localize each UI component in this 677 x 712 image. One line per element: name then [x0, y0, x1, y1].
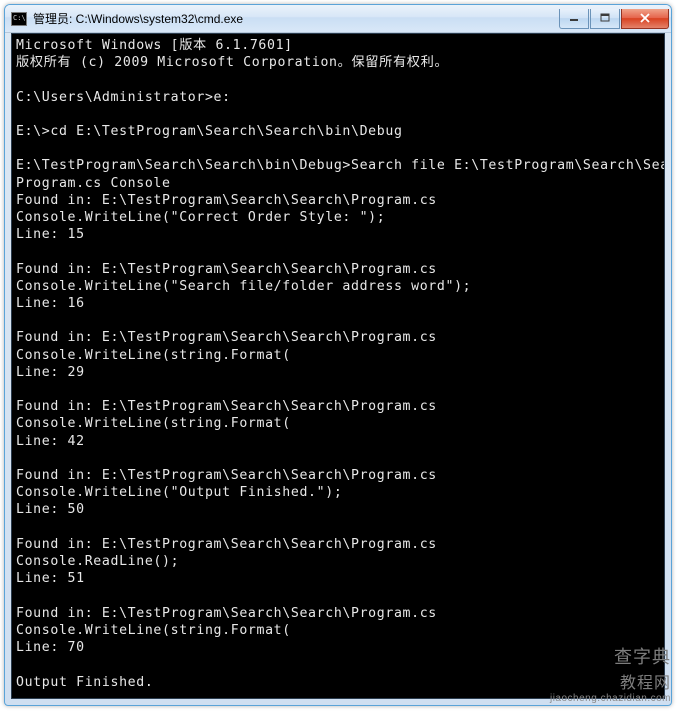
console-line: Found in: E:\TestProgram\Search\Search\P… — [16, 330, 437, 345]
window-controls — [559, 9, 669, 29]
console-line: E:\>cd E:\TestProgram\Search\Search\bin\… — [16, 124, 403, 139]
console-line: Output Finished. — [16, 675, 153, 690]
cmd-icon — [11, 12, 27, 26]
console-line: 版权所有 (c) 2009 Microsoft Corporation。保留所有… — [16, 55, 448, 70]
console-output: Microsoft Windows [版本 6.1.7601] 版权所有 (c)… — [12, 34, 664, 699]
window-title: 管理员: C:\Windows\system32\cmd.exe — [33, 10, 559, 27]
console-line: Line: 70 — [16, 640, 85, 655]
titlebar[interactable]: 管理员: C:\Windows\system32\cmd.exe — [5, 5, 671, 33]
console-line: E:\TestProgram\Search\Search\bin\Debug>S… — [16, 158, 665, 173]
console-line: Line: 15 — [16, 227, 85, 242]
console-line: Line: 50 — [16, 502, 85, 517]
console-line: Found in: E:\TestProgram\Search\Search\P… — [16, 468, 437, 483]
console-line: Line: 16 — [16, 296, 85, 311]
console-line: Console.WriteLine("Search file/folder ad… — [16, 279, 471, 294]
console-line: Line: 29 — [16, 365, 85, 380]
console-line: Console.WriteLine("Output Finished."); — [16, 485, 342, 500]
console-line: Found in: E:\TestProgram\Search\Search\P… — [16, 606, 437, 621]
maximize-button[interactable] — [590, 9, 620, 29]
console-line: Found in: E:\TestProgram\Search\Search\P… — [16, 399, 437, 414]
console-line: Line: 42 — [16, 434, 85, 449]
console-line: Console.WriteLine(string.Format( — [16, 416, 291, 431]
cmd-window: 管理员: C:\Windows\system32\cmd.exe Microso… — [4, 4, 672, 706]
minimize-button[interactable] — [559, 9, 589, 29]
console-line: Program.cs Console — [16, 176, 171, 191]
console-line: Microsoft Windows [版本 6.1.7601] — [16, 38, 293, 53]
console-line: C:\Users\Administrator>e: — [16, 90, 231, 105]
console-line: Found in: E:\TestProgram\Search\Search\P… — [16, 193, 437, 208]
close-button[interactable] — [621, 9, 669, 29]
console-line: Found in: E:\TestProgram\Search\Search\P… — [16, 537, 437, 552]
console-line: Console.ReadLine(); — [16, 554, 179, 569]
console-line: Console.WriteLine("Correct Order Style: … — [16, 210, 385, 225]
console-line: Console.WriteLine(string.Format( — [16, 623, 291, 638]
console-client-area[interactable]: Microsoft Windows [版本 6.1.7601] 版权所有 (c)… — [11, 33, 665, 699]
console-line: Console.WriteLine(string.Format( — [16, 348, 291, 363]
console-line: Found in: E:\TestProgram\Search\Search\P… — [16, 262, 437, 277]
console-line: Line: 51 — [16, 571, 85, 586]
